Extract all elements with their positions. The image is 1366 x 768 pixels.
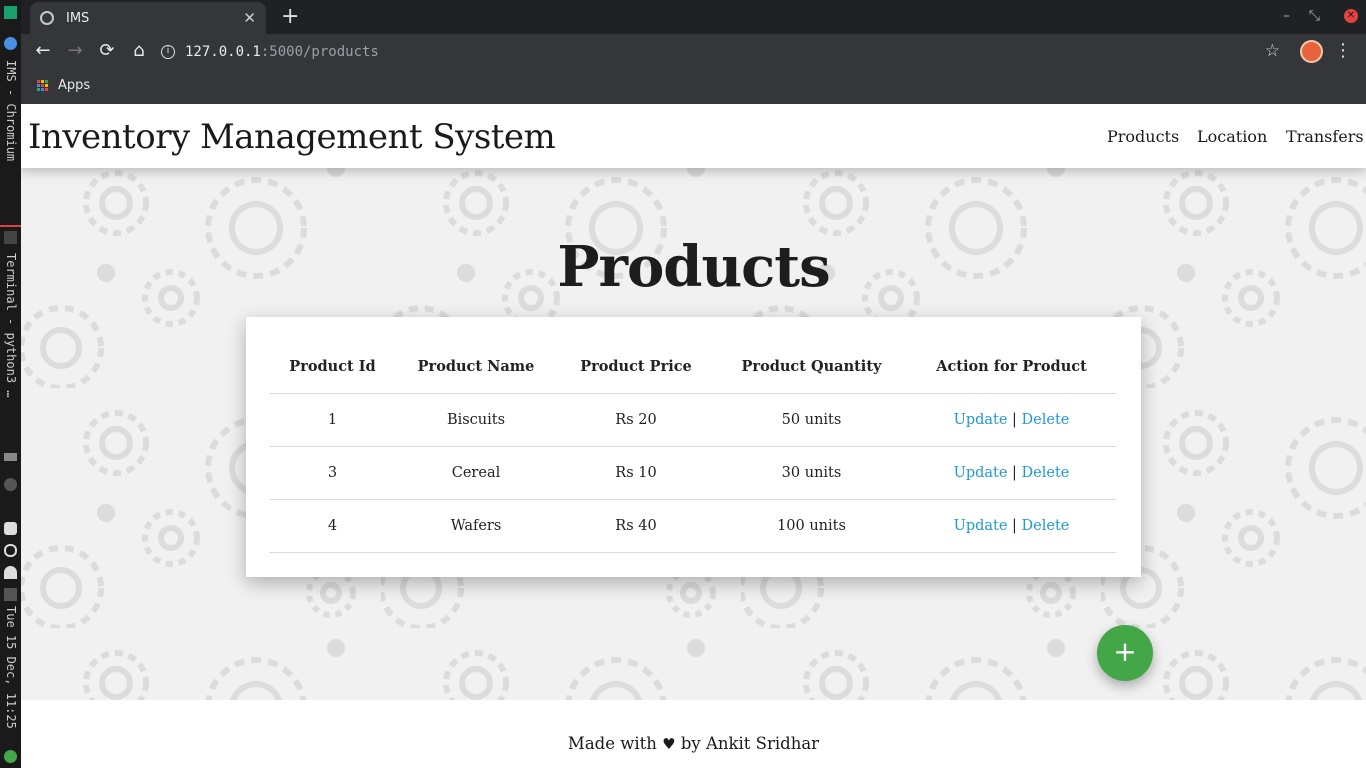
- window-label-chromium[interactable]: IMS - Chromium: [3, 60, 18, 161]
- back-icon[interactable]: ←: [32, 40, 54, 61]
- delete-link[interactable]: Delete: [1022, 518, 1070, 534]
- keyboard-icon: [4, 453, 17, 461]
- minimize-icon[interactable]: –: [1283, 8, 1290, 24]
- product-actions: Update | Delete: [907, 393, 1116, 447]
- restore-icon[interactable]: ⤡: [1309, 8, 1320, 24]
- delete-link[interactable]: Delete: [1022, 465, 1070, 481]
- table-header-row: Product Id Product Name Product Price Pr…: [269, 341, 1116, 394]
- footer: Made with ♥ by Ankit Sridhar: [21, 734, 1366, 753]
- nav-products[interactable]: Products: [1107, 127, 1179, 146]
- site-header: Inventory Management System Products Loc…: [21, 104, 1366, 168]
- column-header: Product Id: [269, 341, 396, 394]
- apps-label: Apps: [58, 78, 91, 93]
- address-bar[interactable]: i 127.0.0.1 :5000/products: [161, 38, 1261, 66]
- apps-grid-icon: [37, 80, 48, 91]
- web-page: Inventory Management System Products Loc…: [21, 104, 1366, 768]
- action-separator: |: [1012, 517, 1017, 534]
- product-quantity: 50 units: [716, 393, 907, 447]
- action-separator: |: [1012, 411, 1017, 428]
- avatar[interactable]: [1300, 40, 1323, 63]
- home-icon[interactable]: ⌂: [128, 40, 150, 61]
- brand-title[interactable]: Inventory Management System: [28, 117, 556, 157]
- product-id: 3: [269, 446, 396, 500]
- product-id: 1: [269, 393, 396, 447]
- nav-location[interactable]: Location: [1197, 127, 1267, 146]
- table-row: 1 Biscuits Rs 20 50 units Update | Delet…: [269, 393, 1116, 447]
- product-price: Rs 10: [556, 446, 716, 500]
- column-header: Product Price: [556, 341, 716, 394]
- clock: Tue 15 Dec, 11:25: [4, 606, 18, 729]
- product-price: Rs 40: [556, 499, 716, 553]
- column-header: Product Quantity: [716, 341, 907, 394]
- bookmarks-bar: Apps: [21, 70, 1366, 104]
- add-product-button[interactable]: +: [1097, 625, 1153, 681]
- table-row: 4 Wafers Rs 40 100 units Update | Delete: [269, 499, 1116, 553]
- url-host: 127.0.0.1: [185, 44, 261, 60]
- power-icon[interactable]: [4, 750, 17, 763]
- tab-title: IMS: [66, 10, 90, 26]
- chromium-icon[interactable]: [4, 37, 17, 50]
- nav-transfers[interactable]: Transfers: [1286, 127, 1364, 146]
- product-name: Wafers: [396, 499, 556, 553]
- product-quantity: 100 units: [716, 499, 907, 553]
- update-link[interactable]: Update: [954, 465, 1008, 481]
- table-row: 3 Cereal Rs 10 30 units Update | Delete: [269, 446, 1116, 500]
- product-actions: Update | Delete: [907, 499, 1116, 553]
- system-taskbar: IMS - Chromium Terminal - python3 … Tue …: [0, 0, 21, 768]
- products-table: Product Id Product Name Product Price Pr…: [269, 341, 1116, 553]
- action-separator: |: [1012, 464, 1017, 481]
- forward-icon[interactable]: →: [64, 40, 86, 61]
- column-header: Product Name: [396, 341, 556, 394]
- product-id: 4: [269, 499, 396, 553]
- footer-suffix: by Ankit Sridhar: [680, 734, 820, 753]
- tab-close-icon[interactable]: ✕: [243, 9, 256, 27]
- window-label-terminal[interactable]: Terminal - python3 …: [3, 253, 18, 398]
- info-icon[interactable]: i: [161, 45, 175, 59]
- update-link[interactable]: Update: [954, 518, 1008, 534]
- delete-link[interactable]: Delete: [1022, 412, 1070, 428]
- close-window-icon[interactable]: ✕: [1344, 9, 1358, 23]
- product-quantity: 30 units: [716, 446, 907, 500]
- bookmark-apps[interactable]: Apps: [37, 78, 90, 93]
- reload-icon[interactable]: ⟳: [96, 40, 118, 61]
- page-title: Products: [557, 234, 830, 300]
- app-grid-icon[interactable]: [4, 6, 17, 19]
- column-header: Action for Product: [907, 341, 1116, 394]
- star-icon[interactable]: ☆: [1265, 41, 1280, 61]
- new-tab-button[interactable]: +: [281, 4, 299, 29]
- browser-toolbar: ← → ⟳ ⌂ i 127.0.0.1 :5000/products ☆ ⋮: [21, 34, 1366, 70]
- wifi-icon: [4, 566, 17, 579]
- shield-icon: [4, 522, 17, 535]
- products-card: Product Id Product Name Product Price Pr…: [246, 317, 1141, 577]
- attachment-icon: [4, 544, 17, 557]
- product-name: Cereal: [396, 446, 556, 500]
- terminal-icon[interactable]: [4, 231, 17, 244]
- menu-kebab-icon[interactable]: ⋮: [1334, 40, 1352, 61]
- volume-icon: [4, 588, 17, 601]
- taskbar-separator: [0, 225, 21, 227]
- browser-chrome: IMS ✕ + – ⤡ ✕ ← → ⟳ ⌂ i 127.0.0.1 :5000/…: [21, 0, 1366, 104]
- browser-tab[interactable]: IMS ✕: [30, 2, 266, 34]
- globe-icon: [40, 11, 54, 25]
- product-actions: Update | Delete: [907, 446, 1116, 500]
- product-price: Rs 20: [556, 393, 716, 447]
- heart-icon: ♥: [662, 735, 676, 753]
- url-path: :5000/products: [260, 44, 379, 60]
- network-icon: [4, 478, 17, 491]
- product-name: Biscuits: [396, 393, 556, 447]
- update-link[interactable]: Update: [954, 412, 1008, 428]
- footer-prefix: Made with: [567, 734, 657, 753]
